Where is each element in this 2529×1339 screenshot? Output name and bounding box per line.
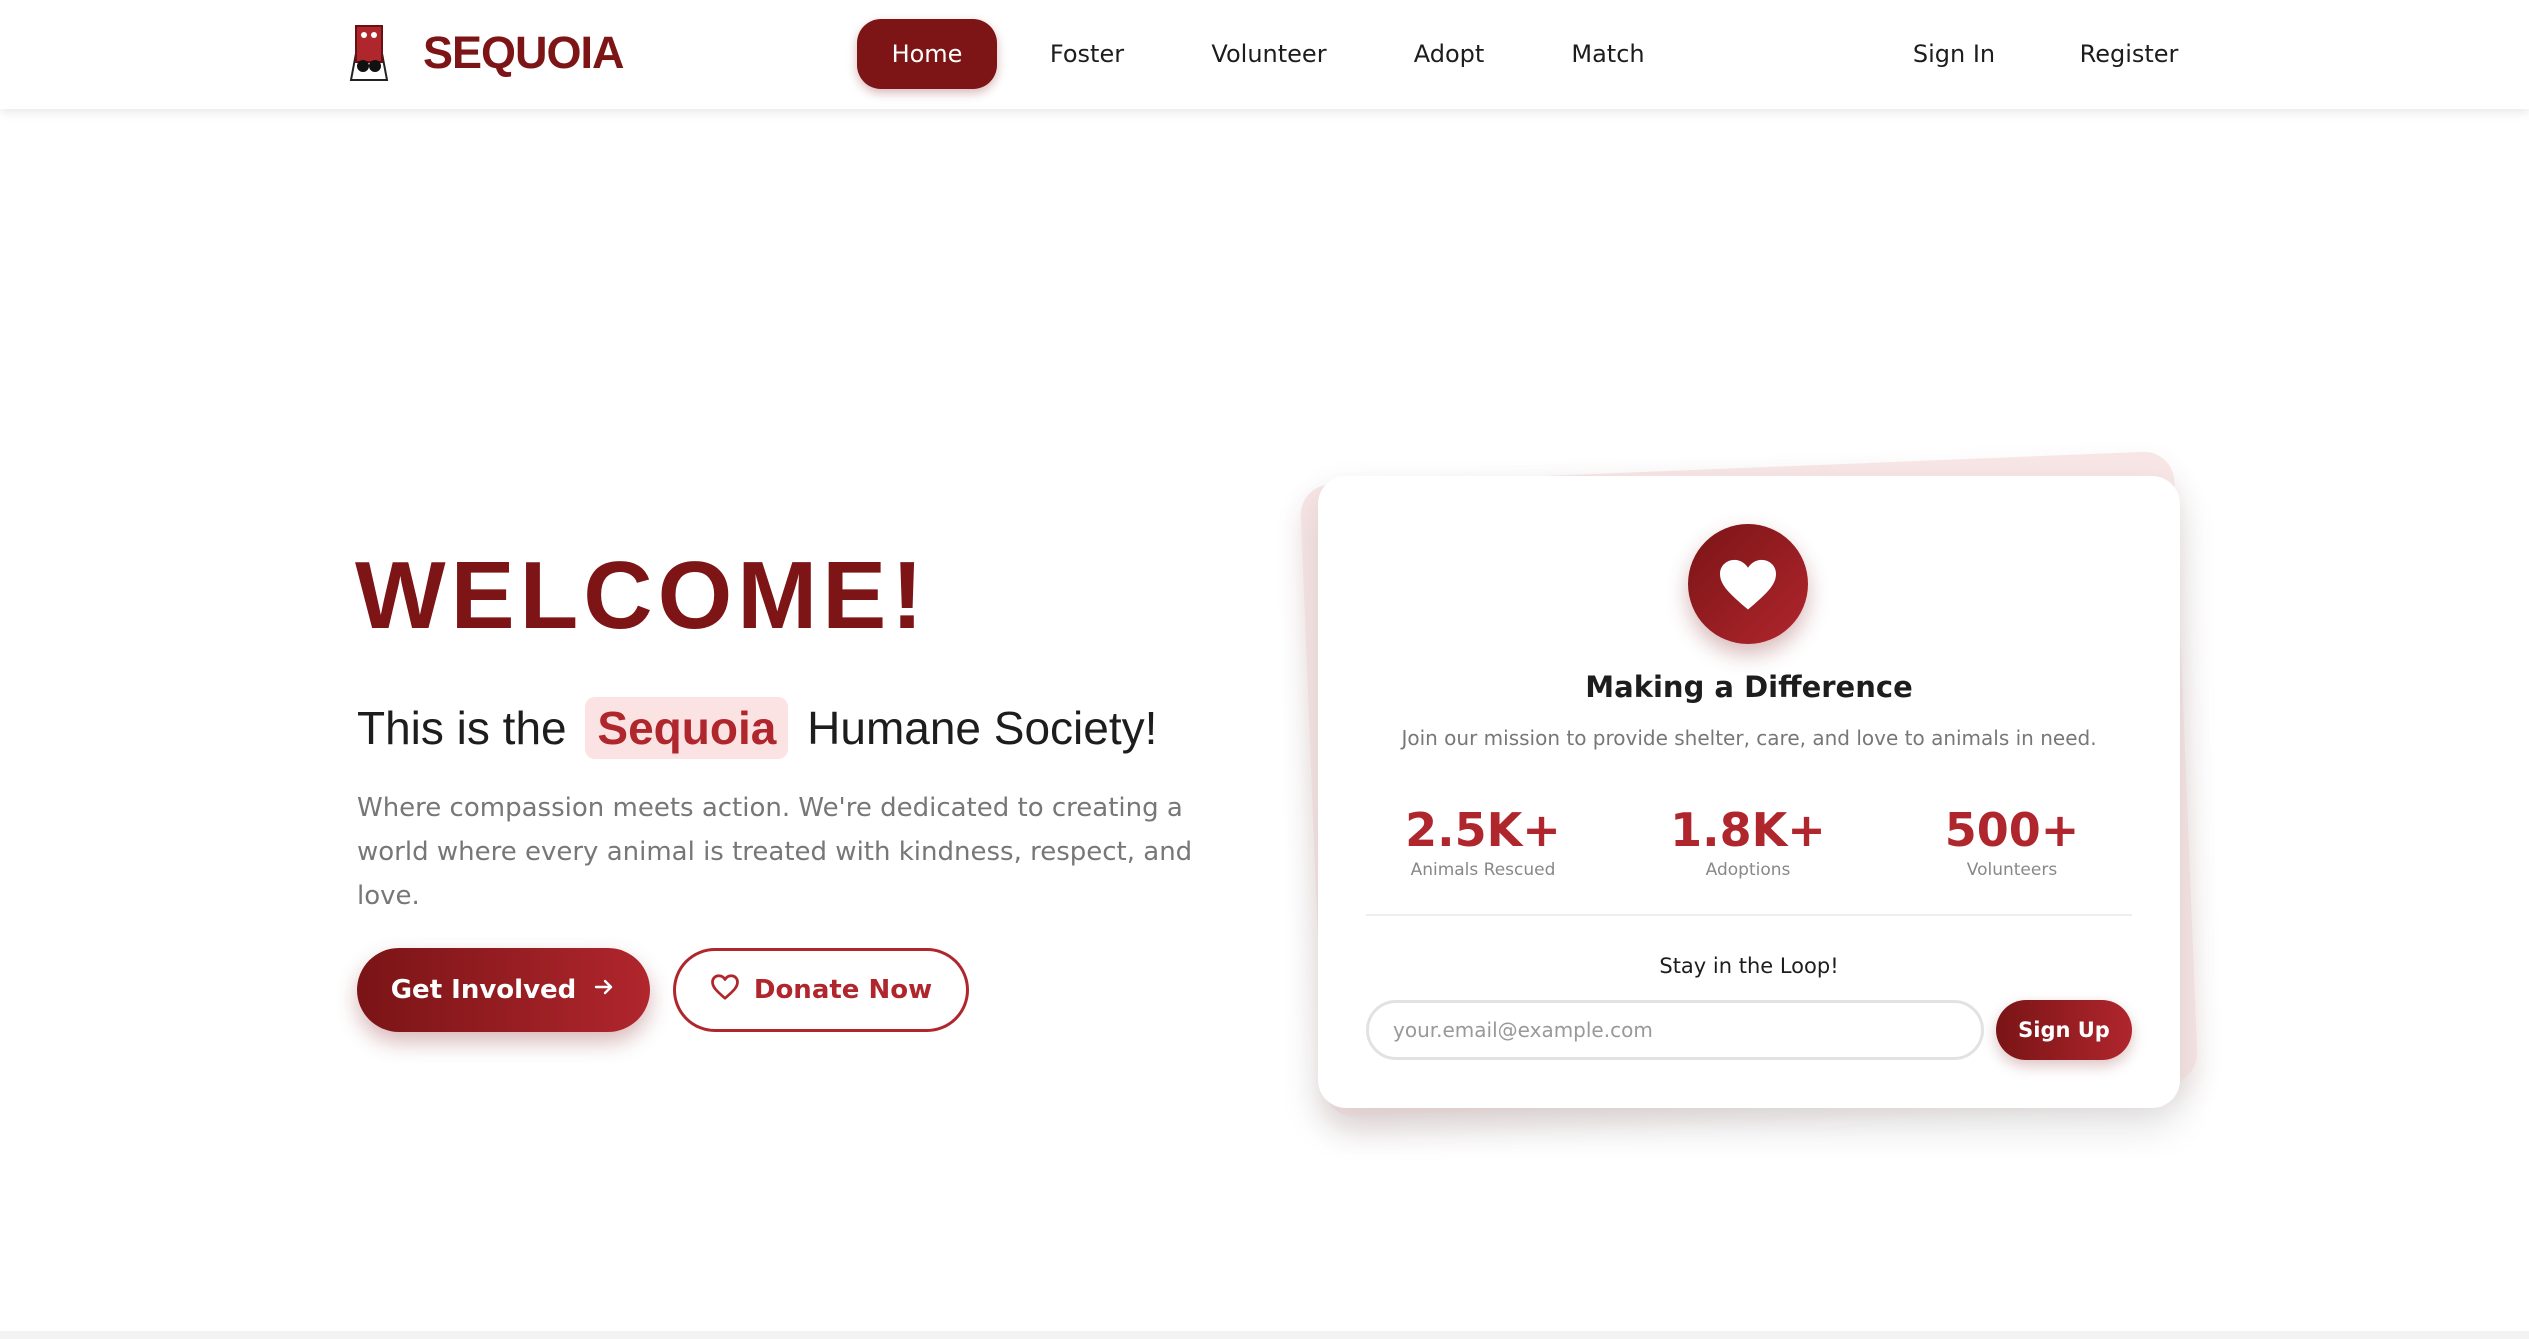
- nav-volunteer[interactable]: Volunteer: [1194, 19, 1344, 89]
- stat-value: 1.8K+: [1670, 803, 1826, 857]
- nav-home[interactable]: Home: [857, 19, 997, 89]
- stat-value: 500+: [1944, 803, 2080, 857]
- stat-label: Adoptions: [1705, 860, 1791, 880]
- donate-now-label: Donate Now: [753, 975, 933, 1005]
- register-link[interactable]: Register: [2064, 19, 2194, 89]
- sign-up-button[interactable]: Sign Up: [1996, 1000, 2132, 1060]
- stat-adoptions: 1.8K+ Adoptions: [1638, 802, 1858, 880]
- subtitle-prefix: This is the: [357, 702, 567, 754]
- footer-edge: [0, 1331, 2529, 1339]
- sign-in-link[interactable]: Sign In: [1894, 19, 2014, 89]
- card-divider: [1366, 914, 2132, 916]
- subtitle-highlight: Sequoia: [585, 697, 789, 759]
- sequoia-logo-icon[interactable]: [347, 24, 391, 82]
- heart-icon: [1688, 524, 1808, 644]
- top-navbar: SEQUOIA Home Foster Volunteer Adopt Matc…: [0, 0, 2529, 109]
- brand-name[interactable]: SEQUOIA: [423, 24, 625, 82]
- hero-subtitle: This is the Sequoia Humane Society!: [357, 696, 1157, 760]
- stat-label: Animals Rescued: [1410, 860, 1556, 880]
- newsletter-email-input[interactable]: [1366, 1000, 1984, 1060]
- stat-label: Volunteers: [1966, 860, 2058, 880]
- nav-match[interactable]: Match: [1548, 19, 1668, 89]
- difference-card: Making a Difference Join our mission to …: [1318, 476, 2180, 1108]
- get-involved-button[interactable]: Get Involved: [357, 948, 650, 1032]
- get-involved-label: Get Involved: [390, 975, 577, 1005]
- stat-volunteers: 500+ Volunteers: [1902, 802, 2122, 880]
- hero-heading: WELCOME!: [355, 542, 929, 649]
- card-title: Making a Difference: [1585, 670, 1913, 704]
- heart-outline-icon: [710, 973, 740, 1008]
- card-description: Join our mission to provide shelter, car…: [1401, 726, 2097, 750]
- nav-foster[interactable]: Foster: [1022, 19, 1152, 89]
- hero-description: Where compassion meets action. We're ded…: [357, 793, 1193, 911]
- subtitle-suffix: Humane Society!: [807, 702, 1158, 754]
- stat-animals-rescued: 2.5K+ Animals Rescued: [1373, 802, 1593, 880]
- donate-now-button[interactable]: Donate Now: [673, 948, 969, 1032]
- nav-adopt[interactable]: Adopt: [1389, 19, 1509, 89]
- newsletter-title: Stay in the Loop!: [1659, 954, 1839, 978]
- stat-value: 2.5K+: [1405, 803, 1561, 857]
- arrow-right-icon: [592, 975, 616, 1006]
